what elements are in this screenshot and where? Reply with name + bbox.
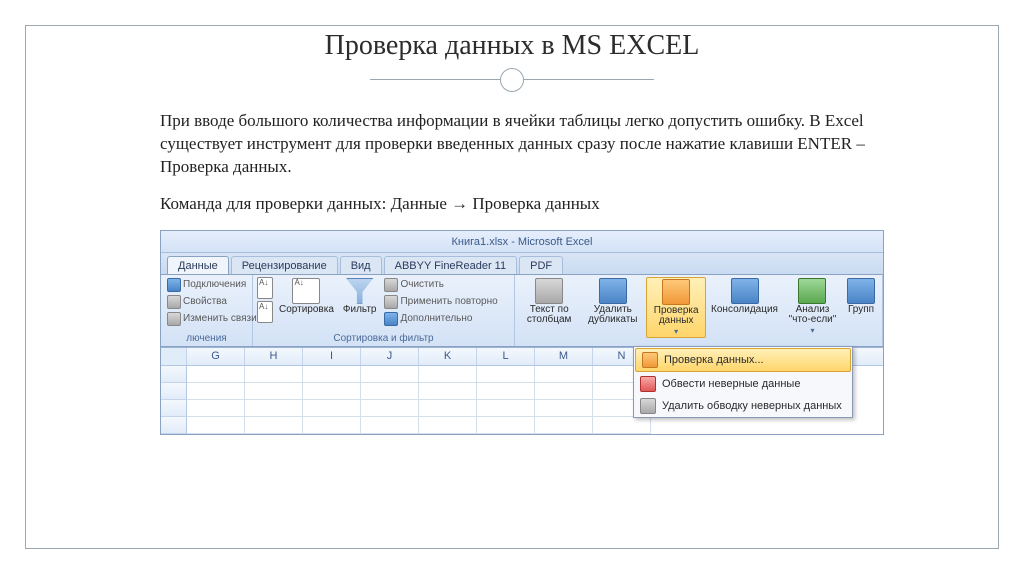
col-head[interactable]: G: [187, 348, 245, 365]
title-ornament: [40, 68, 984, 92]
excel-titlebar: Книга1.xlsx - Microsoft Excel: [161, 231, 883, 253]
circle-invalid-icon: [640, 376, 656, 392]
dd-validation-label: Проверка данных...: [664, 354, 764, 366]
sort-label: Сортировка: [279, 305, 334, 316]
chevron-down-icon: ▾: [810, 327, 814, 335]
text-to-cols-label: Текст по столбцам: [522, 305, 576, 326]
excel-screenshot: Книга1.xlsx - Microsoft Excel Данные Рец…: [160, 230, 884, 435]
what-if-button[interactable]: Анализ "что-если" ▾: [783, 277, 842, 336]
data-validation-button[interactable]: Проверка данных ▾: [646, 277, 706, 338]
advanced-label: Дополнительно: [400, 313, 472, 324]
group-sort-label: Сортировка и фильтр: [257, 332, 510, 346]
edit-links-button[interactable]: Изменить связи: [165, 311, 259, 327]
tab-data[interactable]: Данные: [167, 256, 229, 274]
reapply-button[interactable]: Применить повторно: [382, 294, 499, 310]
sort-asc-icon[interactable]: [257, 277, 273, 299]
text-to-columns-button[interactable]: Текст по столбцам: [519, 277, 579, 327]
col-head[interactable]: K: [419, 348, 477, 365]
clear-label: Очистить: [400, 279, 444, 290]
properties-button[interactable]: Свойства: [165, 294, 259, 310]
validation-icon: [642, 352, 658, 368]
group-btn-label: Групп: [848, 305, 874, 316]
filter-button[interactable]: Фильтр: [340, 277, 380, 317]
dd-circle-label: Обвести неверные данные: [662, 378, 800, 390]
tab-pdf[interactable]: PDF: [519, 256, 563, 274]
clear-filter-button[interactable]: Очистить: [382, 277, 499, 293]
paragraph-1: При вводе большого количества информации…: [160, 110, 884, 179]
col-head[interactable]: L: [477, 348, 535, 365]
dd-validation[interactable]: Проверка данных...: [635, 348, 851, 372]
consolidate-button[interactable]: Консолидация: [708, 277, 781, 317]
dd-clear-circles[interactable]: Удалить обводку неверных данных: [634, 395, 852, 417]
col-head[interactable]: I: [303, 348, 361, 365]
consolidate-label: Консолидация: [711, 305, 778, 316]
grid-row: [161, 417, 883, 434]
group-connections-label: лючения: [165, 332, 248, 346]
sort-button[interactable]: Сортировка: [276, 277, 337, 317]
connections-label: Подключения: [183, 279, 246, 290]
dd-circle-invalid[interactable]: Обвести неверные данные: [634, 373, 852, 395]
validation-label: Проверка данных: [650, 306, 702, 327]
whatif-label: Анализ "что-если": [786, 305, 839, 326]
clear-circles-icon: [640, 398, 656, 414]
paragraph-2: Команда для проверки данных: Данные → Пр…: [160, 193, 884, 216]
edit-links-label: Изменить связи: [183, 313, 257, 324]
sort-desc-icon[interactable]: [257, 301, 273, 323]
select-all-corner[interactable]: [161, 348, 187, 365]
group-button[interactable]: Групп: [844, 277, 878, 317]
chevron-down-icon: ▾: [674, 328, 678, 336]
properties-label: Свойства: [183, 296, 227, 307]
connections-button[interactable]: Подключения: [165, 277, 259, 293]
reapply-label: Применить повторно: [400, 296, 497, 307]
slide-title: Проверка данных в MS EXCEL: [40, 30, 984, 62]
ribbon-tabs: Данные Рецензирование Вид ABBYY FineRead…: [161, 253, 883, 275]
remove-duplicates-button[interactable]: Удалить дубликаты: [581, 277, 644, 327]
ribbon: Подключения Свойства Изменить связи люче…: [161, 275, 883, 347]
validation-dropdown: Проверка данных... Обвести неверные данн…: [633, 346, 853, 418]
tab-view[interactable]: Вид: [340, 256, 382, 274]
col-head[interactable]: M: [535, 348, 593, 365]
col-head[interactable]: J: [361, 348, 419, 365]
dd-clear-label: Удалить обводку неверных данных: [662, 400, 842, 412]
col-head[interactable]: H: [245, 348, 303, 365]
tab-abbyy[interactable]: ABBYY FineReader 11: [384, 256, 518, 274]
advanced-filter-button[interactable]: Дополнительно: [382, 311, 499, 327]
tab-review[interactable]: Рецензирование: [231, 256, 338, 274]
filter-label: Фильтр: [343, 305, 377, 316]
remove-dup-label: Удалить дубликаты: [584, 305, 641, 326]
